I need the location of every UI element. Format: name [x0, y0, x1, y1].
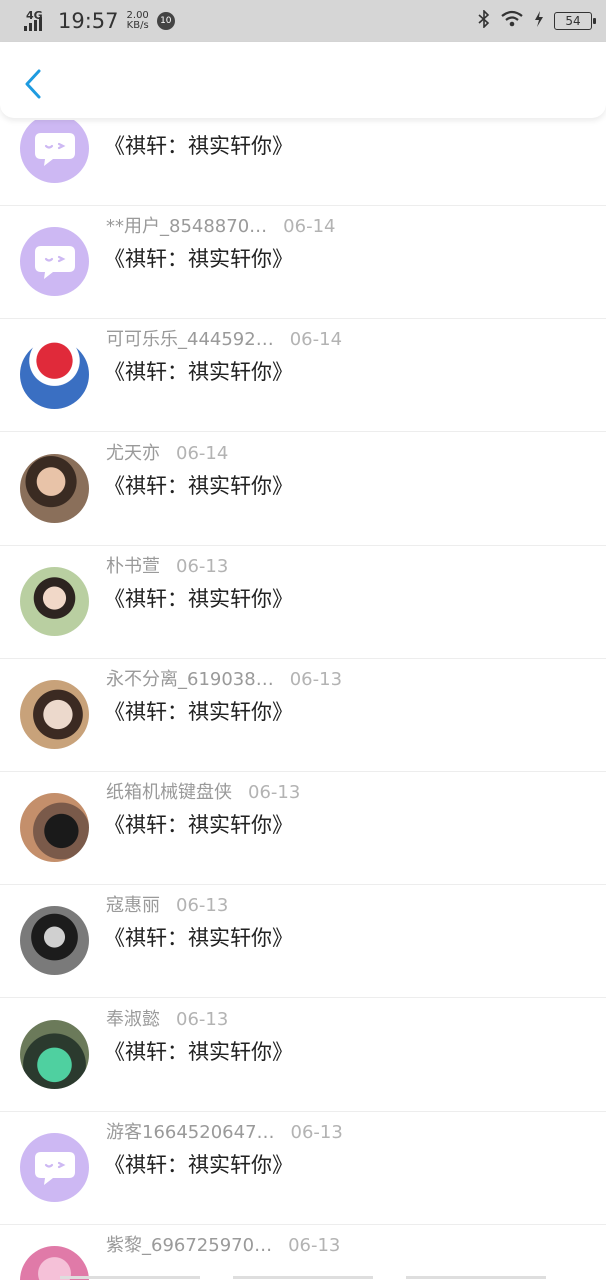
- comment-meta: 奉淑懿 06-13: [106, 1005, 228, 1031]
- comment-item[interactable]: 朴书萱 06-13 《祺轩：祺实轩你》: [0, 546, 606, 659]
- avatar[interactable]: [20, 227, 89, 296]
- comment-date: 06-13: [176, 895, 229, 916]
- comment-item[interactable]: 奉淑懿 06-13 《祺轩：祺实轩你》: [0, 999, 606, 1112]
- status-bar: 4G 19:57 2.00 KB/s 10 54: [0, 0, 606, 42]
- notification-count: 10: [160, 16, 172, 26]
- commenter-name[interactable]: 奉淑懿: [106, 1005, 160, 1031]
- comment-text: 《祺轩：祺实轩你》: [104, 813, 293, 837]
- avatar[interactable]: [20, 1020, 89, 1089]
- comment-item[interactable]: **用户_8548870… 06-14 《祺轩：祺实轩你》: [0, 206, 606, 319]
- avatar[interactable]: [20, 340, 89, 409]
- comment-text: 《祺轩：祺实轩你》: [104, 134, 293, 158]
- avatar[interactable]: [20, 120, 89, 183]
- comment-meta: 紫黎_696725970… 06-13: [106, 1231, 340, 1257]
- nav-bar: [0, 42, 606, 118]
- comment-meta: 游客1664520647… 06-13: [106, 1118, 343, 1144]
- back-button[interactable]: [18, 64, 48, 104]
- comment-text: 《祺轩：祺实轩你》: [104, 247, 293, 271]
- comment-date: 06-13: [176, 1009, 229, 1030]
- comment-item[interactable]: 紫黎_696725970… 06-13: [0, 1225, 606, 1280]
- status-left: 4G 19:57 2.00 KB/s 10: [24, 9, 175, 33]
- comment-item[interactable]: 可可乐乐_444592… 06-14 《祺轩：祺实轩你》: [0, 319, 606, 432]
- clock: 19:57: [58, 9, 119, 33]
- avatar[interactable]: [20, 567, 89, 636]
- avatar[interactable]: [20, 1246, 89, 1280]
- commenter-name[interactable]: 朴书萱: [106, 552, 160, 578]
- comment-date: 06-13: [289, 669, 343, 690]
- comment-meta: 尤天亦 06-14: [106, 439, 228, 465]
- battery-icon: 54: [554, 12, 596, 30]
- row-divider: [0, 431, 606, 432]
- commenter-name[interactable]: 游客1664520647…: [106, 1118, 275, 1144]
- comment-item[interactable]: 寇惠丽 06-13 《祺轩：祺实轩你》: [0, 885, 606, 998]
- comment-date: 06-14: [176, 443, 229, 464]
- comment-date: 06-14: [289, 329, 343, 350]
- network-speed: 2.00 KB/s: [127, 11, 149, 31]
- comment-item[interactable]: 永不分离_619038… 06-13 《祺轩：祺实轩你》: [0, 659, 606, 772]
- comment-item[interactable]: 游客1664520647… 06-13 《祺轩：祺实轩你》: [0, 1112, 606, 1225]
- commenter-name[interactable]: 尤天亦: [106, 439, 160, 465]
- commenter-name[interactable]: 可可乐乐_444592…: [106, 325, 274, 351]
- commenter-name[interactable]: 紫黎_696725970…: [106, 1231, 272, 1257]
- status-right: 54: [478, 9, 596, 32]
- comment-date: 06-13: [288, 1235, 341, 1256]
- comment-text: 《祺轩：祺实轩你》: [104, 926, 293, 950]
- battery-level: 54: [565, 14, 581, 28]
- comment-date: 06-13: [176, 556, 229, 577]
- commenter-name[interactable]: 永不分离_619038…: [106, 665, 274, 691]
- comment-meta: **用户_8548870… 06-14: [106, 212, 335, 238]
- comment-text: 《祺轩：祺实轩你》: [104, 360, 293, 384]
- comment-text: 《祺轩：祺实轩你》: [104, 1153, 293, 1177]
- avatar[interactable]: [20, 1133, 89, 1202]
- avatar[interactable]: [20, 680, 89, 749]
- comment-text: 《祺轩：祺实轩你》: [104, 1040, 293, 1064]
- comment-item[interactable]: 纸箱机械键盘侠 06-13 《祺轩：祺实轩你》: [0, 772, 606, 885]
- charging-icon: [534, 10, 544, 32]
- comment-text: 《祺轩：祺实轩你》: [104, 474, 293, 498]
- home-indicator: [0, 1276, 606, 1280]
- comment-item[interactable]: 尤天亦 06-14 《祺轩：祺实轩你》: [0, 433, 606, 546]
- wifi-icon: [500, 10, 524, 32]
- commenter-name[interactable]: **用户_8548870…: [106, 212, 267, 238]
- comment-date: 06-13: [248, 782, 301, 803]
- chat-bubble-icon: [34, 132, 75, 166]
- comment-date: 06-13: [290, 1122, 343, 1143]
- chevron-left-icon: [25, 69, 41, 99]
- comment-text: 《祺轩：祺实轩你》: [104, 700, 293, 724]
- speed-unit: KB/s: [126, 20, 149, 31]
- comment-item[interactable]: 159***195_8591…06-14《祺轩：祺实轩你》: [0, 120, 606, 206]
- bluetooth-icon: [478, 9, 490, 32]
- comment-meta: 可可乐乐_444592… 06-14: [106, 325, 342, 351]
- avatar[interactable]: [20, 793, 89, 862]
- avatar[interactable]: [20, 454, 89, 523]
- comment-date: 06-14: [283, 216, 336, 237]
- comment-meta: 寇惠丽 06-13: [106, 891, 228, 917]
- signal-icon: 4G: [24, 9, 50, 33]
- row-divider: [0, 997, 606, 998]
- chat-bubble-icon: [34, 245, 75, 279]
- comment-meta: 纸箱机械键盘侠 06-13: [106, 778, 300, 804]
- comment-meta: 朴书萱 06-13: [106, 552, 228, 578]
- commenter-name[interactable]: 纸箱机械键盘侠: [106, 778, 232, 804]
- notification-badge: 10: [156, 12, 175, 30]
- chat-bubble-icon: [34, 1151, 75, 1185]
- comment-list[interactable]: 159***195_8591…06-14《祺轩：祺实轩你》**用户_854887…: [0, 120, 606, 1280]
- comment-meta: 永不分离_619038… 06-13: [106, 665, 342, 691]
- commenter-name[interactable]: 寇惠丽: [106, 891, 160, 917]
- avatar[interactable]: [20, 906, 89, 975]
- comment-text: 《祺轩：祺实轩你》: [104, 587, 293, 611]
